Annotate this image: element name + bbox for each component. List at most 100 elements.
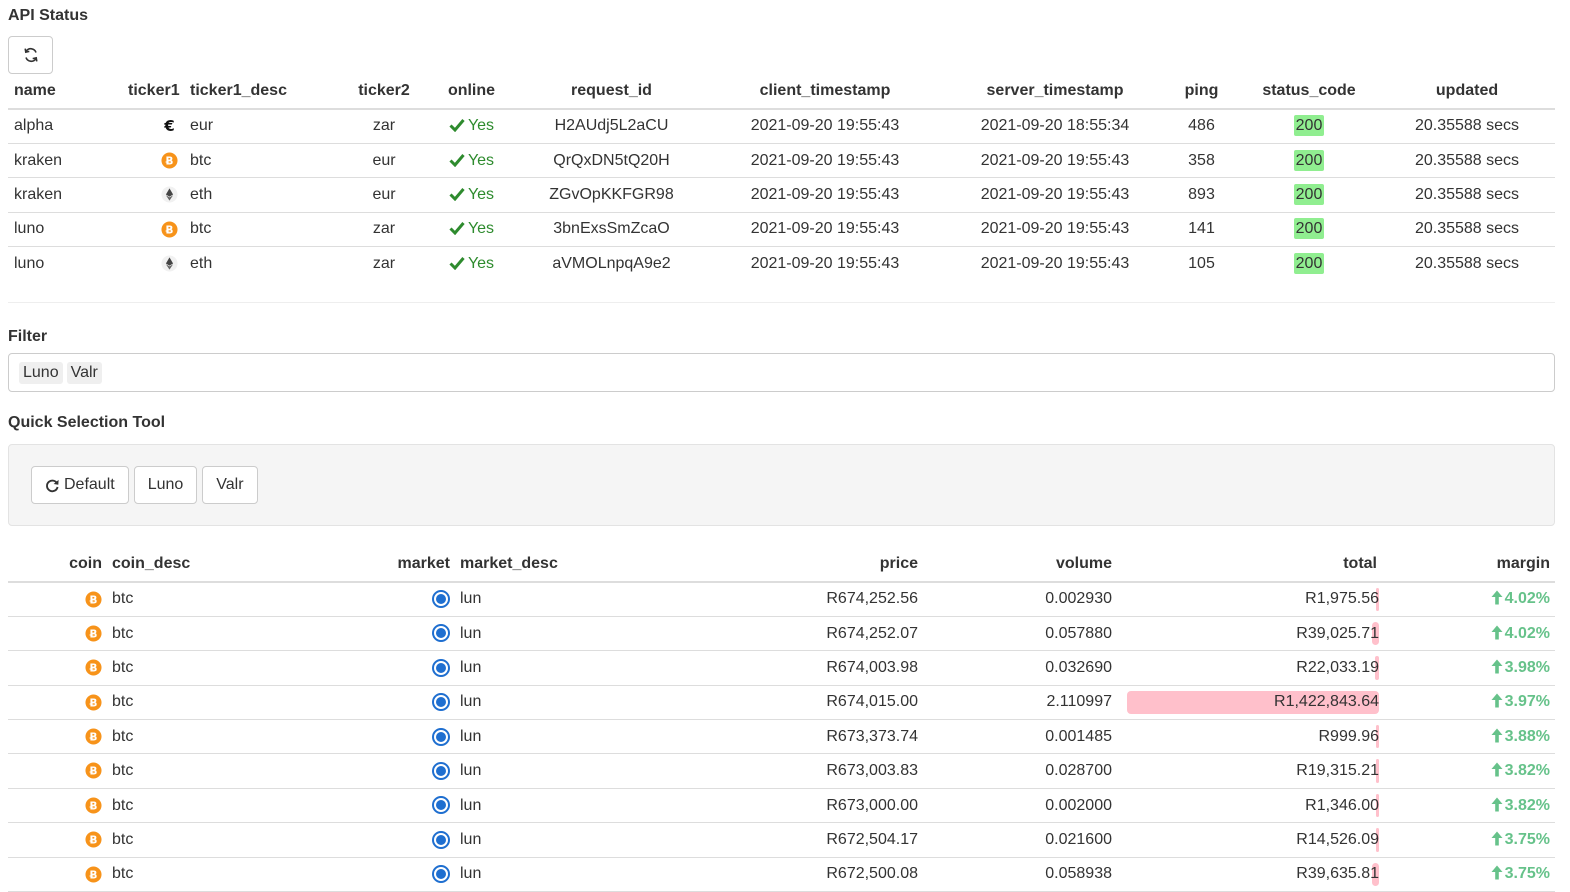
cell-market-desc: lun bbox=[455, 719, 715, 755]
refresh-button[interactable] bbox=[8, 36, 53, 74]
col-ticker2[interactable]: ticker2 bbox=[344, 73, 424, 110]
luno-button[interactable]: Luno bbox=[133, 466, 198, 504]
svg-text:Ƀ: Ƀ bbox=[90, 697, 98, 709]
margin-value: 4.02% bbox=[1504, 590, 1550, 608]
cell-price: R674,252.56 bbox=[715, 582, 923, 617]
cell-market-desc: lun bbox=[455, 616, 715, 652]
status-badge: 200 bbox=[1293, 149, 1325, 171]
col-price[interactable]: price bbox=[715, 546, 923, 583]
cell-name: kraken bbox=[8, 143, 122, 179]
col-ping[interactable]: ping bbox=[1164, 73, 1239, 110]
cell-status-code: 200 bbox=[1239, 247, 1379, 281]
default-button[interactable]: Default bbox=[31, 466, 129, 504]
col-total[interactable]: total bbox=[1117, 546, 1382, 583]
filter-chip-valr[interactable]: Valr bbox=[66, 361, 102, 384]
bitcoin-icon: Ƀ bbox=[85, 797, 102, 814]
valr-button-label: Valr bbox=[216, 476, 244, 493]
total-value: R999.96 bbox=[1318, 727, 1380, 745]
cell-server-timestamp: 2021-09-20 19:55:43 bbox=[980, 255, 1130, 272]
cell-coin-desc: btc bbox=[107, 753, 385, 789]
quick-selection-title: Quick Selection Tool bbox=[8, 414, 166, 431]
cell-server-timestamp: 2021-09-20 18:55:34 bbox=[946, 109, 1164, 144]
col-updated[interactable]: updated bbox=[1379, 73, 1555, 110]
cell-market bbox=[385, 685, 455, 721]
cell-ping: 105 bbox=[1188, 255, 1215, 272]
svg-text:Ƀ: Ƀ bbox=[90, 869, 98, 881]
col-request-id[interactable]: request_id bbox=[519, 73, 704, 110]
market-row: Ƀbtc lun R673,000.00 0.002000 R1,346.00 3.82% bbox=[8, 788, 1555, 824]
cell-market-desc: lun bbox=[455, 857, 715, 892]
arrow-up-icon bbox=[1491, 728, 1503, 743]
cell-volume: 0.021600 bbox=[923, 822, 1117, 858]
col-coin-desc[interactable]: coin_desc bbox=[107, 546, 385, 583]
market-row: Ƀbtc lun R673,003.83 0.028700 R19,315.21 3.82… bbox=[8, 753, 1555, 789]
valr-button[interactable]: Valr bbox=[202, 466, 258, 504]
market-row: Ƀbtc lun R674,252.56 0.002930 R1,975.56 4.02% bbox=[8, 582, 1555, 617]
cell-volume: 0.001485 bbox=[923, 719, 1117, 755]
svg-text:€: € bbox=[163, 118, 175, 135]
bitcoin-icon: Ƀ bbox=[85, 762, 102, 779]
default-button-label: Default bbox=[64, 476, 115, 493]
ethereum-icon bbox=[161, 255, 178, 272]
luno-icon bbox=[432, 865, 450, 884]
cell-status-code: 200 bbox=[1239, 212, 1379, 248]
status-badge: 200 bbox=[1293, 218, 1325, 240]
cell-price: R673,373.74 bbox=[715, 719, 923, 755]
bitcoin-icon: Ƀ bbox=[85, 831, 102, 848]
col-ticker1-desc[interactable]: ticker1_desc bbox=[184, 73, 344, 110]
total-value: R1,422,843.64 bbox=[1274, 693, 1379, 711]
cell-ticker2: zar bbox=[372, 255, 396, 272]
col-status-code[interactable]: status_code bbox=[1239, 73, 1379, 110]
cell-updated: 20.35588 secs bbox=[1379, 212, 1555, 248]
bitcoin-icon: Ƀ bbox=[85, 659, 102, 676]
filter-title: Filter bbox=[8, 328, 48, 345]
cell-market bbox=[385, 582, 455, 617]
cell-updated: 20.35588 secs bbox=[1414, 255, 1520, 272]
euro-icon: € bbox=[163, 118, 175, 135]
cell-margin: 3.75% bbox=[1382, 857, 1555, 892]
cell-total: R19,315.21 bbox=[1117, 753, 1382, 789]
cell-coin: Ƀ bbox=[8, 822, 107, 858]
cell-total: R39,635.81 bbox=[1117, 857, 1382, 892]
svg-text:Ƀ: Ƀ bbox=[90, 731, 98, 743]
cell-ticker2: zar bbox=[344, 109, 424, 144]
cell-market-desc: lun bbox=[455, 788, 715, 824]
cell-market bbox=[385, 822, 455, 858]
cell-price: R672,500.08 bbox=[715, 857, 923, 892]
col-online[interactable]: online bbox=[424, 73, 519, 110]
arrow-up-icon bbox=[1491, 590, 1503, 605]
cell-margin: 3.75% bbox=[1382, 822, 1555, 858]
col-ticker1[interactable]: ticker1 bbox=[122, 73, 184, 110]
check-icon bbox=[449, 119, 465, 133]
cell-margin: 3.98% bbox=[1382, 650, 1555, 686]
cell-coin-desc: btc bbox=[107, 857, 385, 892]
cell-server-timestamp: 2021-09-20 19:55:43 bbox=[946, 212, 1164, 248]
cell-online: Yes bbox=[424, 212, 519, 248]
luno-icon bbox=[432, 796, 450, 815]
filter-chip-luno[interactable]: Luno bbox=[19, 361, 63, 384]
svg-text:Ƀ: Ƀ bbox=[90, 628, 98, 640]
cell-ticker1-desc: eth bbox=[184, 177, 344, 213]
col-market-desc[interactable]: market_desc bbox=[455, 546, 715, 583]
bitcoin-icon: Ƀ bbox=[85, 866, 102, 883]
col-server-timestamp[interactable]: server_timestamp bbox=[946, 73, 1164, 110]
col-margin[interactable]: margin bbox=[1382, 546, 1555, 583]
col-coin[interactable]: coin bbox=[8, 546, 107, 583]
col-market[interactable]: market bbox=[385, 546, 455, 583]
svg-text:Ƀ: Ƀ bbox=[90, 594, 98, 606]
margin-value: 3.88% bbox=[1504, 727, 1550, 745]
cell-market-desc: lun bbox=[455, 822, 715, 858]
col-volume[interactable]: volume bbox=[923, 546, 1117, 583]
redo-icon bbox=[46, 479, 59, 492]
cell-price: R672,504.17 bbox=[715, 822, 923, 858]
online-label: Yes bbox=[467, 255, 495, 272]
col-name[interactable]: name bbox=[8, 73, 122, 110]
total-value: R22,033.19 bbox=[1296, 658, 1379, 676]
col-client-timestamp[interactable]: client_timestamp bbox=[704, 73, 946, 110]
check-icon bbox=[449, 222, 465, 236]
online-label: Yes bbox=[467, 151, 495, 169]
cell-request-id: QrQxDN5tQ20H bbox=[519, 143, 704, 179]
filter-input[interactable]: Luno Valr bbox=[8, 353, 1555, 392]
cell-ping: 358 bbox=[1164, 143, 1239, 179]
cell-client-timestamp: 2021-09-20 19:55:43 bbox=[704, 143, 946, 179]
